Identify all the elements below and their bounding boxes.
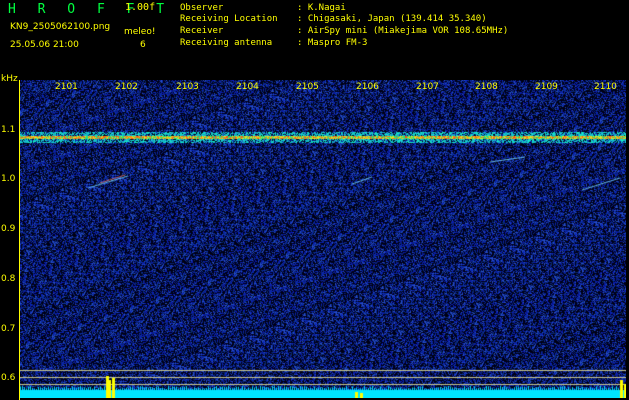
y-tick-label: 0.6: [1, 373, 16, 383]
info-observer-value: : K.Nagai: [297, 3, 346, 13]
info-location-value: : Chigasaki, Japan (139.414 35.340): [297, 14, 487, 24]
frequency-unit-label: kHz: [1, 74, 18, 84]
x-tick-label: 2101: [55, 82, 78, 92]
x-tick-label: 2102: [115, 82, 138, 92]
x-tick-label: 2107: [416, 82, 439, 92]
info-antenna-value: : Maspro FM-3: [297, 38, 368, 48]
info-receiver-value: : AirSpy mini (Miakejima VOR 108.65MHz): [297, 26, 509, 36]
y-axis-line: [19, 80, 20, 400]
x-tick-label: 2108: [475, 82, 498, 92]
x-tick-label: 2109: [535, 82, 558, 92]
observation-datetime: 25.05.06 21:00: [10, 40, 79, 50]
meleo-label: meleo!: [124, 27, 156, 37]
info-receiver-key: Receiver: [180, 26, 224, 36]
y-tick-label: 1.1: [1, 125, 16, 135]
y-tick-label: 1.0: [1, 174, 16, 184]
x-tick-label: 2110: [594, 82, 617, 92]
y-tick-label: 0.7: [1, 324, 16, 334]
y-tick-label: 0.9: [1, 224, 16, 234]
y-tick-label: 0.8: [1, 274, 16, 284]
info-antenna-key: Receiving antenna: [180, 38, 273, 48]
app-version: 1.00f: [125, 2, 156, 13]
x-tick-label: 2105: [296, 82, 319, 92]
meteor-count: 6: [140, 40, 146, 50]
x-tick-label: 2104: [236, 82, 259, 92]
x-tick-label: 2106: [356, 82, 379, 92]
spectrogram-plot: [20, 80, 626, 398]
info-observer-key: Observer: [180, 3, 224, 13]
file-name: KN9_2505062100.png: [10, 22, 111, 32]
info-location-key: Receiving Location: [180, 14, 278, 24]
x-tick-label: 2103: [176, 82, 199, 92]
